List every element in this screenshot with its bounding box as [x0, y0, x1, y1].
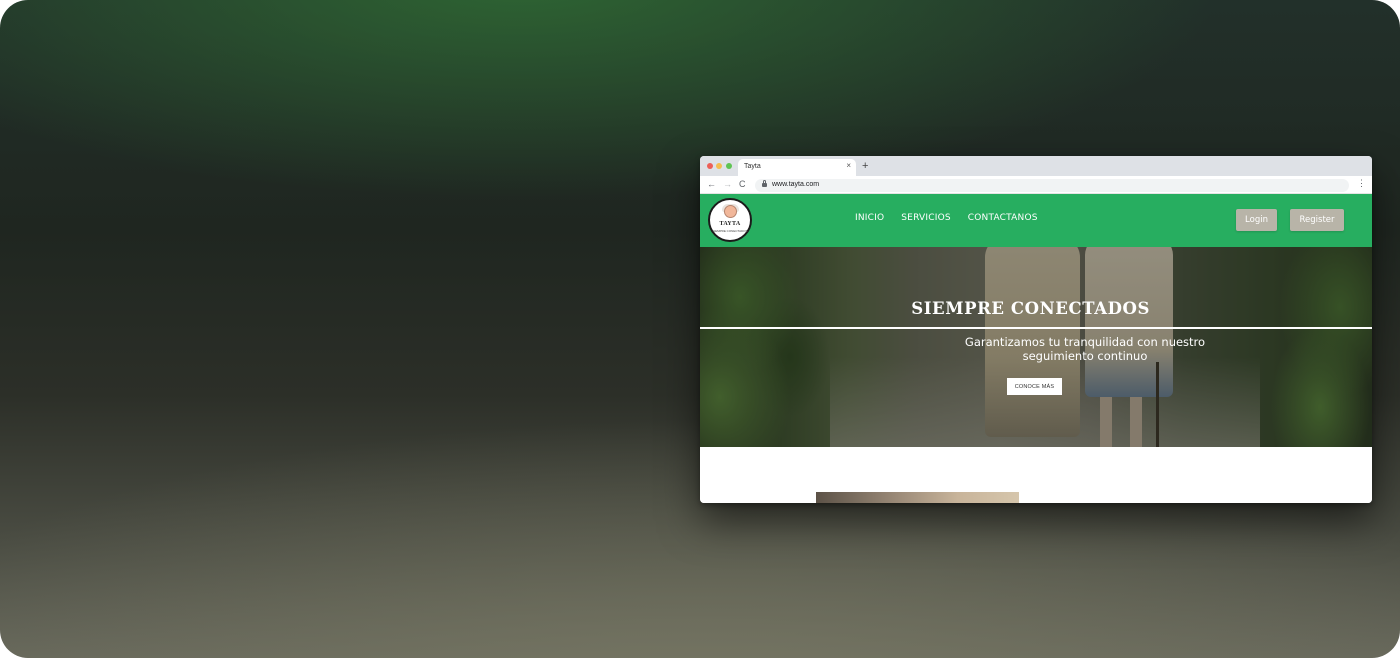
close-window-button[interactable] [707, 163, 713, 169]
reload-icon[interactable]: C [739, 179, 746, 189]
page-viewport: TAYTA SIEMPRE CONECTADOS INICIO SERVICIO… [700, 194, 1372, 503]
logo-tagline: SIEMPRE CONECTADOS [712, 229, 748, 233]
back-arrow-icon[interactable]: ← [707, 179, 716, 189]
nav-link-servicios[interactable]: SERVICIOS [901, 213, 951, 223]
login-button[interactable]: Login [1236, 209, 1277, 231]
minimize-window-button[interactable] [716, 163, 722, 169]
browser-menu-icon[interactable]: ⋮ [1357, 178, 1366, 188]
tayta-logo[interactable]: TAYTA SIEMPRE CONECTADOS [708, 198, 752, 242]
url-text: www.tayta.com [772, 181, 820, 188]
conoce-mas-button[interactable]: CONOCE MÁS [1007, 378, 1062, 395]
logo-name: TAYTA [719, 221, 741, 227]
hero-banner: SIEMPRE CONECTADOS Garantizamos tu tranq… [700, 247, 1372, 447]
grandparent-face-icon [724, 205, 737, 218]
hero-title: SIEMPRE CONECTADOS [911, 299, 1150, 318]
tab-tayta[interactable]: Tayta × [738, 159, 856, 176]
main-nav: INICIO SERVICIOS CONTACTANOS [855, 213, 1038, 223]
new-tab-icon[interactable]: + [862, 160, 868, 172]
tab-title: Tayta [744, 163, 761, 170]
lock-icon [762, 180, 767, 188]
nav-link-inicio[interactable]: INICIO [855, 213, 884, 223]
browser-toolbar: ← → C www.tayta.com ⋮ [700, 176, 1372, 194]
tab-strip: Tayta × + [700, 156, 1372, 176]
nav-link-contactanos[interactable]: CONTACTANOS [968, 213, 1038, 223]
tab-close-icon[interactable]: × [846, 162, 851, 170]
hero-subtitle: Garantizamos tu tranquilidad con nuestro… [964, 335, 1206, 363]
browser-window: Tayta × + ← → C www.tayta.com ⋮ TAYTA SI… [700, 156, 1372, 503]
site-header: TAYTA SIEMPRE CONECTADOS INICIO SERVICIO… [700, 194, 1372, 247]
maximize-window-button[interactable] [726, 163, 732, 169]
content-image-thumbnail [816, 492, 1019, 503]
register-button[interactable]: Register [1290, 209, 1344, 231]
forward-arrow-icon[interactable]: → [723, 179, 732, 189]
address-bar[interactable]: www.tayta.com [755, 179, 1349, 192]
hero-divider [700, 327, 1372, 329]
